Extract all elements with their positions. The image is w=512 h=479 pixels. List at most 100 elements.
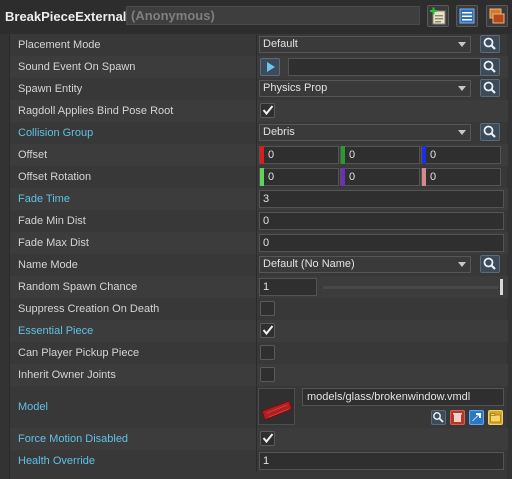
folder-icon [490,413,501,423]
fade-time-input[interactable]: 3 [259,190,504,208]
play-sound-button[interactable] [260,58,280,76]
picker-button[interactable] [480,35,500,53]
property-label: Model [18,401,48,413]
remove-model-button[interactable] [450,410,465,425]
x-axis-marker [260,146,264,164]
model-thumbnail[interactable] [258,388,295,425]
checkmark-icon [262,433,274,444]
property-label: Essential Piece [18,325,94,337]
property-label: Force Motion Disabled [18,433,129,445]
search-icon [483,60,496,73]
offset-z-input[interactable]: 0 [421,146,501,164]
name-mode-dropdown[interactable]: Default (No Name) [259,256,471,273]
add-note-button[interactable] [427,5,449,27]
search-icon [483,81,496,94]
property-row-fade-time: Fade Time 3 [10,188,508,210]
column-divider [256,320,257,342]
force-motion-disabled-checkbox[interactable] [260,431,275,446]
vector-value: 0 [349,171,356,183]
offset-y-input[interactable]: 0 [340,146,420,164]
fade-min-dist-input[interactable]: 0 [259,212,504,230]
column-divider [256,100,257,122]
column-divider [256,144,257,166]
column-divider [256,342,257,364]
vector-value: 0 [430,171,437,183]
offset-x-input[interactable]: 0 [259,146,339,164]
search-icon [483,37,496,50]
property-row-fade-max-dist: Fade Max Dist 0 [10,232,508,254]
vector-value: 0 [430,149,437,161]
open-in-editor-icon [472,413,481,421]
play-icon [267,62,275,72]
fade-max-dist-input[interactable]: 0 [259,234,504,252]
search-icon [433,412,444,423]
inherit-owner-joints-checkbox[interactable] [260,367,275,382]
column-divider [256,56,257,78]
browse-model-button[interactable] [431,410,446,425]
property-row-offset-rotation: Offset Rotation 0 0 0 [10,166,508,188]
random-spawn-chance-input[interactable]: 1 [259,278,317,296]
chevron-down-icon [458,262,466,267]
inspector-header: BreakPieceExternal (Anonymous) [0,0,512,34]
can-player-pickup-checkbox[interactable] [260,345,275,360]
open-in-editor-button[interactable] [469,410,484,425]
property-row-spawn-entity: Spawn Entity Physics Prop [10,78,508,100]
placement-mode-dropdown[interactable]: Default [259,36,471,53]
property-row-inherit-owner-joints: Inherit Owner Joints [10,364,508,386]
dropdown-value: Debris [263,126,295,138]
property-label: Offset [18,149,48,161]
random-spawn-chance-slider-track[interactable] [323,286,498,289]
checkmark-icon [262,325,274,336]
column-divider [256,34,257,56]
column-divider [256,232,257,254]
property-label: Suppress Creation On Death [18,303,160,315]
property-row-fade-min-dist: Fade Min Dist 0 [10,210,508,232]
entity-class-name: BreakPieceExternal [5,9,127,24]
model-path-input[interactable]: models/glass/brokenwindow.vmdl [302,388,504,406]
property-row-ragdoll-bind-pose: Ragdoll Applies Bind Pose Root [10,100,508,122]
property-label: Fade Min Dist [18,215,86,227]
collision-group-dropdown[interactable]: Debris [259,124,471,141]
vector-value: 0 [349,149,356,161]
suppress-creation-checkbox[interactable] [260,301,275,316]
column-divider [256,276,257,298]
property-row-placement-mode: Placement Mode Default [10,34,508,56]
property-row-suppress-creation: Suppress Creation On Death [10,298,508,320]
column-divider [256,254,257,276]
picker-button[interactable] [480,79,500,97]
rotation-roll-input[interactable]: 0 [421,168,501,186]
property-label: Health Override [18,455,96,467]
show-in-folder-button[interactable] [488,410,503,425]
entity-name-field[interactable]: (Anonymous) [126,6,420,25]
windows-button[interactable] [486,5,508,27]
rotation-yaw-input[interactable]: 0 [340,168,420,186]
rotation-pitch-input[interactable]: 0 [259,168,339,186]
ragdoll-bind-pose-checkbox[interactable] [260,103,275,118]
remove-icon [453,413,462,422]
yaw-marker [341,168,345,186]
property-label: Placement Mode [18,39,101,51]
property-row-random-spawn-chance: Random Spawn Chance 1 [10,276,508,298]
slider-handle[interactable] [500,279,503,295]
search-icon [483,125,496,138]
spawn-entity-dropdown[interactable]: Physics Prop [259,80,471,97]
health-override-input[interactable]: 1 [259,452,504,470]
chevron-down-icon [458,42,466,47]
property-label: Spawn Entity [18,83,83,95]
property-label: Can Player Pickup Piece [18,347,140,359]
column-divider [256,188,257,210]
picker-button[interactable] [480,58,500,76]
vector-value: 0 [268,171,275,183]
picker-button[interactable] [480,123,500,141]
column-divider [256,364,257,386]
property-row-force-motion-disabled: Force Motion Disabled [10,428,508,450]
property-row-offset: Offset 0 0 0 [10,144,508,166]
chevron-down-icon [458,86,466,91]
picker-button[interactable] [480,255,500,273]
essential-piece-checkbox[interactable] [260,323,275,338]
property-label: Collision Group [18,127,94,139]
list-button[interactable] [456,5,478,27]
chevron-down-icon [458,130,466,135]
sound-event-input[interactable] [288,58,481,76]
windows-icon [489,8,505,24]
